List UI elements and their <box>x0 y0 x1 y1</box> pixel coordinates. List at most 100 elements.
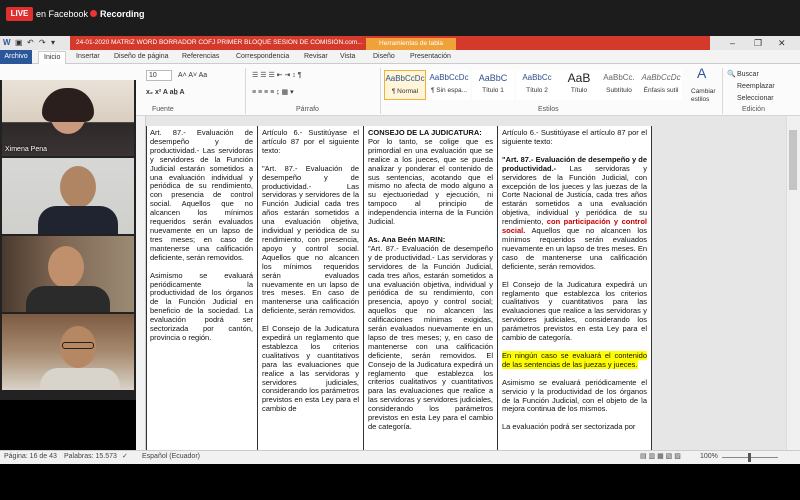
paragraph: Artículo 6.- Sustitúyase el artículo 87 … <box>502 128 647 146</box>
table-column-observations[interactable]: CONSEJO DE LA JUDICATURA: Por lo tanto, … <box>364 126 498 450</box>
video-tile[interactable] <box>2 158 134 234</box>
separator <box>722 68 723 114</box>
style-sample: AaBbCcDc <box>429 73 469 82</box>
paragraph: "Art. 87.- Evaluación de desempeño y de … <box>262 163 359 316</box>
participant-hair <box>42 88 94 122</box>
zoom-slider-knob[interactable] <box>748 453 751 462</box>
redo-icon[interactable]: ↷ <box>39 38 46 48</box>
table-column-final-text[interactable]: Artículo 6.- Sustitúyase el artículo 87 … <box>498 126 652 450</box>
table-column-current-law[interactable]: Art. 87.- Evaluación de desempeño y de p… <box>146 126 258 450</box>
language[interactable]: Español (Ecuador) <box>142 452 200 462</box>
column-heading: CONSEJO DE LA JUDICATURA: <box>368 128 482 137</box>
word-count[interactable]: Palabras: 15.573 <box>64 452 117 462</box>
save-icon[interactable]: ▣ <box>15 38 23 48</box>
participant-shirt <box>40 368 120 390</box>
tab-diseno[interactable]: Diseño <box>373 51 395 63</box>
qat-dropdown-icon[interactable]: ▾ <box>51 38 55 48</box>
style-titulo1[interactable]: AaBbC Título 1 <box>472 70 514 100</box>
list-icons[interactable]: ☰ ☰ ☰ ⇤ ⇥ ↕ ¶ <box>252 71 302 81</box>
style-sample: AaBbCcDc <box>385 74 425 83</box>
participant-name: Ximena Pena <box>5 146 48 153</box>
style-enfasis-sutil[interactable]: AaBbCcDc Énfasis sutil <box>640 70 682 100</box>
view-mode-icons[interactable]: ▤ ▥ ▦ ▧ ▨ <box>640 452 681 462</box>
grow-font-icon[interactable]: A˄ A˅ Aa <box>178 71 207 81</box>
stream-platform: en Facebook <box>36 9 89 19</box>
vertical-ruler <box>136 116 146 450</box>
table-column-proposal[interactable]: Artículo 6.- Sustitúyase el artículo 87 … <box>258 126 364 450</box>
group-label-styles: Estilos <box>538 106 559 113</box>
style-sample: AaBbCcDc <box>641 73 681 82</box>
paragraph: Asimismo se evaluará periódicamente el s… <box>502 377 647 414</box>
style-titulo2[interactable]: AaBbCc Título 2 <box>516 70 558 100</box>
style-normal[interactable]: AaBbCcDc ¶ Normal <box>384 70 426 100</box>
paragraph: "Art. 87.- Evaluación de desempeño y de … <box>368 243 493 431</box>
paragraph: El Consejo de la Judicatura expedirá un … <box>502 279 647 343</box>
live-badge: LIVE <box>6 7 33 21</box>
style-titulo[interactable]: AaB Título <box>558 70 600 100</box>
find-button[interactable]: Buscar <box>737 70 759 80</box>
video-tile[interactable] <box>2 236 134 312</box>
change-styles-icon[interactable]: A <box>697 66 706 80</box>
change-styles-button[interactable]: Cambiar estilos <box>691 88 717 104</box>
style-name: Título 1 <box>482 87 504 94</box>
page-count[interactable]: Página: 16 de 43 <box>4 452 57 462</box>
participant-suit <box>38 206 118 234</box>
recording-dot-icon <box>90 10 97 17</box>
participant-face <box>48 246 84 288</box>
tab-inicio[interactable]: Inicio <box>38 51 67 64</box>
screen: LIVE en Facebook Recording W ▣ ↶ ↷ ▾ 24-… <box>0 0 800 500</box>
tab-diseno-pagina[interactable]: Diseño de página <box>114 51 169 63</box>
style-sample: AaBbCc <box>522 73 552 82</box>
video-tile[interactable] <box>2 314 134 390</box>
paragraph: El Consejo de la Judicatura expedirá un … <box>262 324 359 414</box>
separator <box>245 68 246 114</box>
close-icon[interactable]: ✕ <box>778 37 786 49</box>
paragraph-art87: "Art. 87.- Evaluación de desempeño y de … <box>502 155 647 272</box>
paragraph: Art. 87.- Evaluación de desempeño y de p… <box>150 128 253 262</box>
paragraph: La evaluación podrá ser sectorizada por <box>502 422 636 432</box>
separator <box>380 68 381 114</box>
tab-correspondencia[interactable]: Correspondencia <box>236 51 289 63</box>
font-format-icons[interactable]: x₂ x² A ab̲ A <box>146 88 185 98</box>
letterbox <box>0 464 800 500</box>
style-sample: AaB <box>567 71 591 85</box>
speaker-name: As. Ana Beén MARIN: <box>368 234 446 244</box>
style-sample: AaBbC <box>478 73 508 83</box>
style-name: ¶ Sin espa... <box>430 87 467 94</box>
maximize-icon[interactable]: ❐ <box>754 37 762 49</box>
style-name: Énfasis sutil <box>643 87 679 94</box>
proofing-icon[interactable]: ✓ <box>122 452 128 462</box>
style-sin-espaciado[interactable]: AaBbCcDc ¶ Sin espa... <box>428 70 470 100</box>
font-size-box[interactable]: 10 <box>146 70 172 81</box>
tab-referencias[interactable]: Referencias <box>182 51 219 63</box>
replace-button[interactable]: Reemplazar <box>737 82 775 92</box>
group-label-font: Fuente <box>152 106 174 113</box>
highlighted-text: En ningún caso se evaluará el contenido … <box>502 350 647 369</box>
paragraph: Por lo tanto, se colige que es primordia… <box>368 136 493 227</box>
document-page[interactable]: Art. 87.- Evaluación de desempeño y de p… <box>146 126 652 450</box>
style-name: Título 2 <box>526 87 548 94</box>
scrollbar-thumb[interactable] <box>789 130 797 190</box>
zoom-level[interactable]: 100% <box>700 452 718 462</box>
tab-insertar[interactable]: Insertar <box>76 51 100 63</box>
style-sample: AaBbCc. <box>603 73 635 82</box>
find-icon[interactable]: 🔍 <box>727 70 736 80</box>
glasses-icon <box>62 342 94 349</box>
word-logo-icon: W <box>3 38 11 47</box>
participant-suit <box>26 286 110 312</box>
recording-label: Recording <box>100 9 145 19</box>
group-label-edit: Edición <box>742 106 765 113</box>
table-tools-tab[interactable]: Herramientas de tabla <box>366 38 456 50</box>
tab-vista[interactable]: Vista <box>340 51 355 63</box>
style-name: Título <box>570 87 588 94</box>
tab-archivo[interactable]: Archivo <box>0 50 32 64</box>
tab-presentacion[interactable]: Presentación <box>410 51 451 63</box>
undo-icon[interactable]: ↶ <box>27 38 34 48</box>
minimize-icon[interactable]: – <box>730 37 735 49</box>
select-button[interactable]: Seleccionar <box>737 94 774 104</box>
style-subtitulo[interactable]: AaBbCc. Subtítulo <box>598 70 640 100</box>
tab-revisar[interactable]: Revisar <box>304 51 328 63</box>
video-tile[interactable]: Ximena Pena <box>2 80 134 156</box>
group-label-paragraph: Párrafo <box>296 106 319 113</box>
align-icons[interactable]: ≡ ≡ ≡ ≡ ↨ ▦ ▾ <box>252 88 294 98</box>
